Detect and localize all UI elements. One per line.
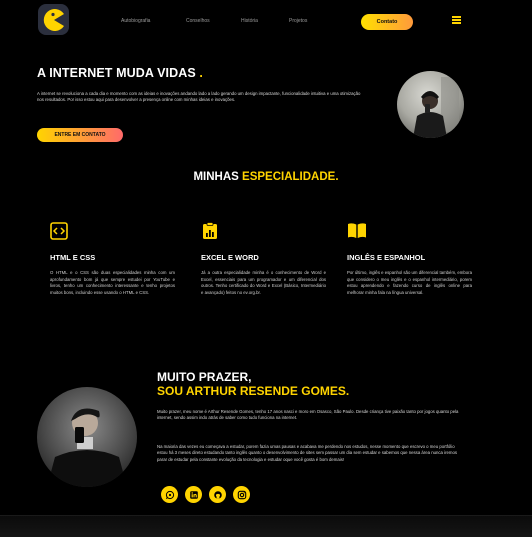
code-icon [50,222,68,240]
specialties-title: MINHAS ESPECIALIDADE. [0,171,532,183]
specialties-title-highlight: ESPECIALIDADE. [242,171,339,183]
about-title-line1: MUITO PRAZER, [157,370,252,384]
card-title: INGLÊS E ESPANHOL [347,253,426,262]
hero-title-text: A INTERNET MUDA VIDAS [37,66,196,80]
nav-link-historia[interactable]: História [241,18,258,24]
nav-link-autobiografia[interactable]: Autobiografia [121,18,150,24]
specialty-card-languages: INGLÊS E ESPANHOL Por último, inglês e e… [347,222,472,297]
linkedin-icon[interactable] [185,486,202,503]
nav-link-projetos[interactable]: Projetos [289,18,307,24]
instagram-icon[interactable] [233,486,250,503]
about-title-line2: SOU ARTHUR RESENDE GOMES. [157,383,350,398]
card-text: O HTML e o CSS são duas especialidades m… [50,270,175,295]
contact-button[interactable]: Contato [361,14,413,30]
hamburger-menu-icon[interactable] [452,15,461,24]
hero-title: A INTERNET MUDA VIDAS . [37,66,203,80]
card-text: Já a outra especialidade minha é o conhe… [201,270,326,295]
about-title: MUITO PRAZER, SOU ARTHUR RESENDE GOMES. [157,370,350,399]
hero-profile-photo [397,71,464,138]
specialty-card-excel-word: EXCEL E WORD Já a outra especialidade mi… [201,222,326,297]
github-icon[interactable] [209,486,226,503]
footer-band [0,515,532,537]
pacman-logo-icon[interactable] [38,4,69,35]
card-title: EXCEL E WORD [201,253,259,262]
specialty-card-html-css: HTML E CSS O HTML e o CSS são duas espec… [50,222,175,297]
hero-description: A internet se revoluciona a cada dia e m… [37,91,361,103]
contact-cta-button[interactable]: ENTRE EM CONTATO [37,128,123,142]
specialties-title-plain: MINHAS [193,171,243,183]
nav-link-conselhos[interactable]: Conselhos [186,18,210,24]
top-navbar: Autobiografia Conselhos História Projeto… [0,0,532,42]
card-text: Por último, inglês e espanhol são um dif… [347,270,472,295]
book-icon [347,222,366,240]
about-paragraph-2: Na maioria das vezes eu começava a estud… [157,444,458,462]
whatsapp-icon[interactable] [161,486,178,503]
clipboard-icon [201,222,219,240]
hero-title-dot: . [199,66,203,80]
about-paragraph-1: Muito prazer, meu nome é Arthur Resende … [157,409,459,421]
about-profile-photo [37,387,137,487]
card-title: HTML E CSS [50,253,96,262]
